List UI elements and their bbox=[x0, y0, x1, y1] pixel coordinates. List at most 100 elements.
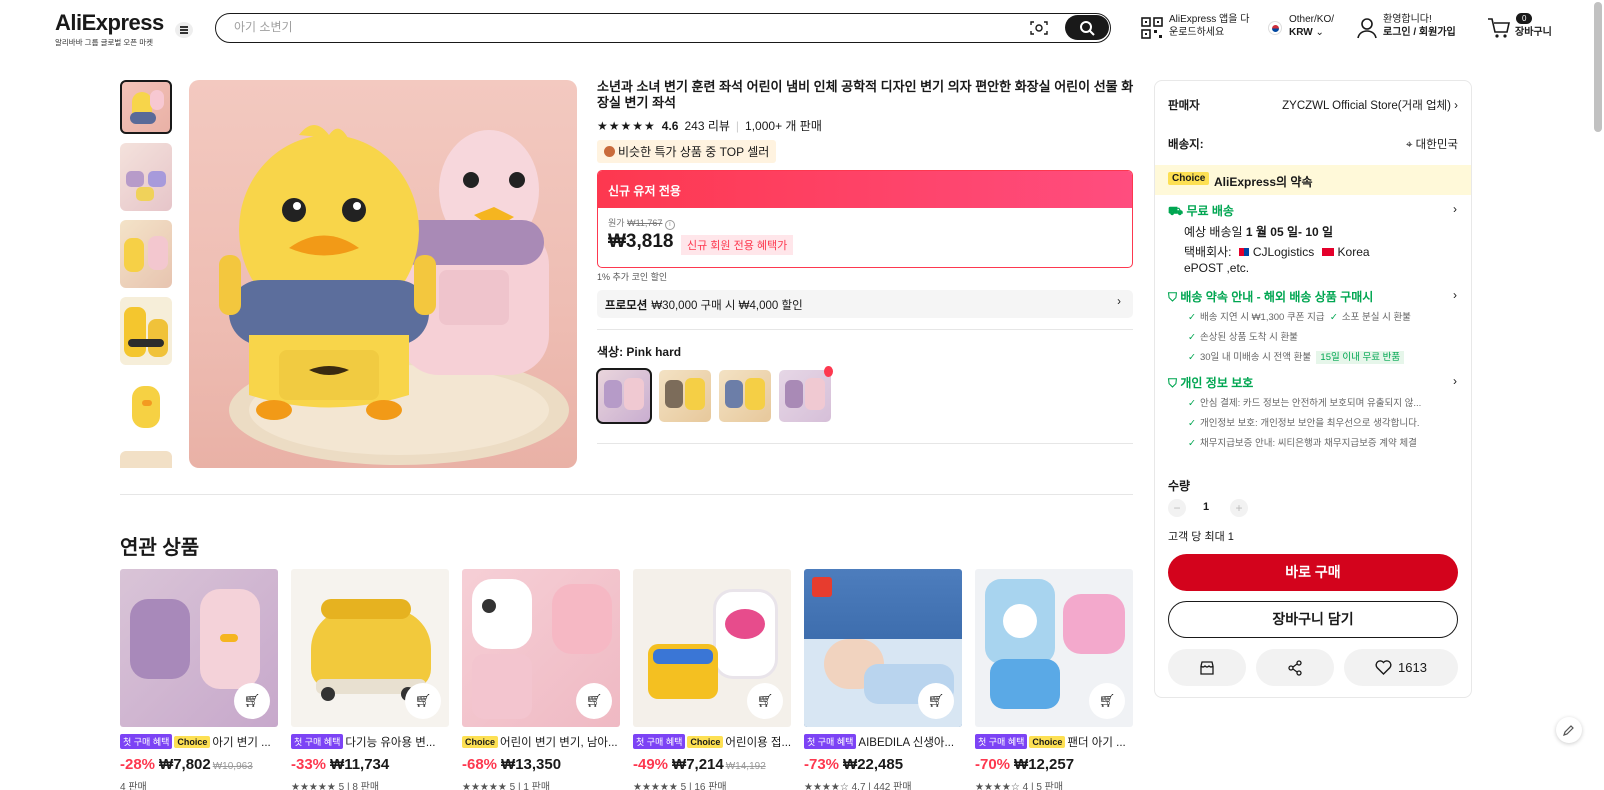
image-search-icon[interactable] bbox=[1030, 20, 1048, 36]
purchase-panel: 판매자 ZYCZWL Official Store(거래 업체) › 배송지: … bbox=[1154, 80, 1472, 698]
promotion-row[interactable]: 프로모션 ₩30,000 구매 시 ₩4,000 할인 › bbox=[597, 290, 1133, 318]
free-shipping-title[interactable]: ⛟ 무료 배송 bbox=[1168, 202, 1234, 220]
delivery-guarantee-title[interactable]: ⛉ 배송 약속 안내 - 해외 배송 상품 구매시 bbox=[1168, 288, 1373, 305]
product-name: 어린이용 접... bbox=[725, 737, 791, 749]
product-title: 소년과 소녀 변기 훈련 좌석 어린이 냄비 인체 공학적 디자인 변기 의자 … bbox=[597, 79, 1134, 110]
thumbnail-3[interactable] bbox=[120, 220, 172, 288]
divider bbox=[597, 329, 1133, 330]
share-icon bbox=[1288, 659, 1302, 676]
product-card-image[interactable]: 🛒︎ bbox=[804, 569, 962, 727]
privacy-text: 개인 정보 보호 bbox=[1180, 376, 1254, 390]
user-icon[interactable] bbox=[1357, 17, 1377, 39]
thumbnail-6[interactable] bbox=[120, 451, 172, 468]
add-to-cart-icon[interactable]: 🛒︎ bbox=[576, 683, 612, 719]
cart-label[interactable]: 장바구니 bbox=[1515, 26, 1552, 39]
product-card-4[interactable]: 🛒︎ 첫 구매 혜택 Choice 어린이용 접... -49% ₩7,214 ₩14,… bbox=[633, 569, 791, 790]
color-label: 색상: Pink hard bbox=[597, 343, 681, 360]
product-card-image[interactable]: 🛒︎ bbox=[975, 569, 1133, 727]
guarantee-line-2: ✓ 손상된 상품 도착 시 환불 bbox=[1188, 329, 1298, 343]
feedback-button[interactable] bbox=[1556, 717, 1582, 743]
color-swatch-4[interactable] bbox=[779, 370, 831, 422]
color-swatch-3[interactable] bbox=[719, 370, 771, 422]
product-card-name: 첫 구매 혜택 AIBEDILA 신생아... bbox=[804, 734, 962, 750]
discount-percent: -70% bbox=[975, 756, 1011, 773]
product-card-image[interactable]: 🛒︎ bbox=[633, 569, 791, 727]
search-bar bbox=[215, 13, 1111, 43]
discount-percent: -28% bbox=[120, 756, 156, 773]
share-button[interactable] bbox=[1256, 649, 1334, 686]
product-card-price: -70% ₩12,257 bbox=[975, 756, 1133, 773]
product-card-3[interactable]: 🛒︎ Choice 어린이 변기 변기, 남아... -68% ₩13,350 ★★… bbox=[462, 569, 620, 790]
product-card-5[interactable]: 🛒︎ 첫 구매 혜택 AIBEDILA 신생아... -73% ₩22,485 ★★… bbox=[804, 569, 962, 790]
original-price: ₩14,192 bbox=[725, 761, 766, 772]
app-download-link[interactable]: AliExpress 앱을 다 운로드하세요 bbox=[1169, 13, 1249, 39]
thumbnail-1[interactable] bbox=[120, 80, 172, 134]
quantity-stepper: − 1 + bbox=[1168, 499, 1258, 519]
product-name: 팬더 아기 ... bbox=[1067, 737, 1126, 749]
chevron-right-icon[interactable]: › bbox=[1453, 374, 1457, 388]
chevron-right-icon[interactable]: › bbox=[1453, 202, 1457, 216]
main-product-image[interactable] bbox=[189, 80, 577, 468]
decrease-button[interactable]: − bbox=[1168, 499, 1186, 517]
check-icon: ✓ bbox=[1188, 398, 1196, 409]
add-to-cart-button[interactable]: 장바구니 담기 bbox=[1168, 601, 1458, 638]
promotion-label: 프로모션 bbox=[605, 300, 648, 312]
color-swatch-pink-hard[interactable] bbox=[596, 368, 652, 424]
purchase-limit: 고객 당 최대 1 bbox=[1168, 531, 1234, 543]
sale-price: ₩7,214 bbox=[672, 756, 724, 773]
category-menu-button[interactable] bbox=[175, 22, 193, 38]
free-shipping-text: 무료 배송 bbox=[1186, 204, 1234, 218]
store-icon bbox=[1200, 660, 1214, 675]
product-card-1[interactable]: 🛒︎ 첫 구매 혜택 Choice 아기 변기 ... -28% ₩7,802 ₩10,… bbox=[120, 569, 278, 790]
thumbnail-2[interactable] bbox=[120, 143, 172, 211]
product-card-meta: 4 판매 bbox=[120, 782, 147, 790]
product-card-price: -73% ₩22,485 bbox=[804, 756, 962, 773]
product-card-image[interactable]: 🛒︎ bbox=[120, 569, 278, 727]
quantity-value[interactable]: 1 bbox=[1203, 501, 1209, 513]
locale-currency-selector[interactable]: Other/KO/ KRW ⌄ bbox=[1289, 13, 1334, 39]
store-button[interactable] bbox=[1168, 649, 1246, 686]
seller-row[interactable]: 판매자 ZYCZWL Official Store(거래 업체) › bbox=[1168, 97, 1458, 113]
thumbnail-5[interactable] bbox=[120, 374, 172, 442]
check-icon: ✓ bbox=[1188, 438, 1196, 449]
info-icon[interactable]: i bbox=[664, 220, 675, 230]
wishlist-button[interactable]: 1613 bbox=[1344, 649, 1458, 686]
product-card-image[interactable]: 🛒︎ bbox=[291, 569, 449, 727]
chevron-right-icon[interactable]: › bbox=[1453, 288, 1457, 302]
add-to-cart-icon[interactable]: 🛒︎ bbox=[234, 683, 270, 719]
qr-code-icon[interactable] bbox=[1141, 17, 1163, 39]
color-swatch-2[interactable] bbox=[659, 370, 711, 422]
account-link[interactable]: 환영합니다! 로그인 / 회원가입 bbox=[1383, 13, 1456, 39]
search-input[interactable] bbox=[234, 20, 994, 34]
add-to-cart-icon[interactable]: 🛒︎ bbox=[1089, 683, 1125, 719]
thumbnail-4[interactable] bbox=[120, 297, 172, 365]
cart-icon[interactable] bbox=[1487, 17, 1511, 39]
product-card-price: -28% ₩7,802 ₩10,963 bbox=[120, 756, 278, 773]
seller-value: ZYCZWL Official Store(거래 업체) › bbox=[1282, 100, 1458, 112]
choice-tag: Choice bbox=[687, 736, 724, 748]
review-count[interactable]: 243 리뷰 bbox=[684, 117, 729, 134]
product-card-2[interactable]: 🛒︎ 첫 구매 혜택 다기능 유아용 변... -33% ₩11,734 ★★★★★… bbox=[291, 569, 449, 790]
increase-button[interactable]: + bbox=[1230, 499, 1248, 517]
aliexpress-logo[interactable]: AliExpress 알리바바 그룹 글로벌 오픈 마켓 bbox=[55, 10, 164, 48]
currency-text: KRW bbox=[1289, 27, 1313, 38]
buy-now-button[interactable]: 바로 구매 bbox=[1168, 554, 1458, 591]
add-to-cart-icon[interactable]: 🛒︎ bbox=[405, 683, 441, 719]
product-card-image[interactable]: 🛒︎ bbox=[462, 569, 620, 727]
product-card-6[interactable]: 🛒︎ 첫 구매 혜택 Choice 팬더 아기 ... -70% ₩12,257 ★★… bbox=[975, 569, 1133, 790]
truck-icon: ⛟ bbox=[1168, 204, 1184, 218]
color-value: Pink hard bbox=[626, 345, 682, 359]
heart-icon bbox=[1375, 660, 1392, 675]
site-header: AliExpress 알리바바 그룹 글로벌 오픈 마켓 AliExpress … bbox=[0, 0, 1604, 58]
add-to-cart-icon[interactable]: 🛒︎ bbox=[918, 683, 954, 719]
check-icon: ✓ bbox=[1329, 312, 1338, 323]
search-button[interactable] bbox=[1065, 15, 1109, 40]
ship-to-row[interactable]: 배송지: ⌖ 대한민국 bbox=[1168, 136, 1458, 152]
choice-promise-text: AliExpress의 약속 bbox=[1214, 175, 1313, 189]
original-price: ₩11,767 bbox=[627, 218, 663, 228]
add-to-cart-icon[interactable]: 🛒︎ bbox=[747, 683, 783, 719]
privacy-title[interactable]: ⛉ 개인 정보 보호 bbox=[1168, 374, 1253, 391]
current-price: ₩3,818 bbox=[608, 231, 674, 252]
app-download-line2: 운로드하세요 bbox=[1169, 27, 1225, 38]
page-scrollbar[interactable] bbox=[1594, 2, 1602, 132]
